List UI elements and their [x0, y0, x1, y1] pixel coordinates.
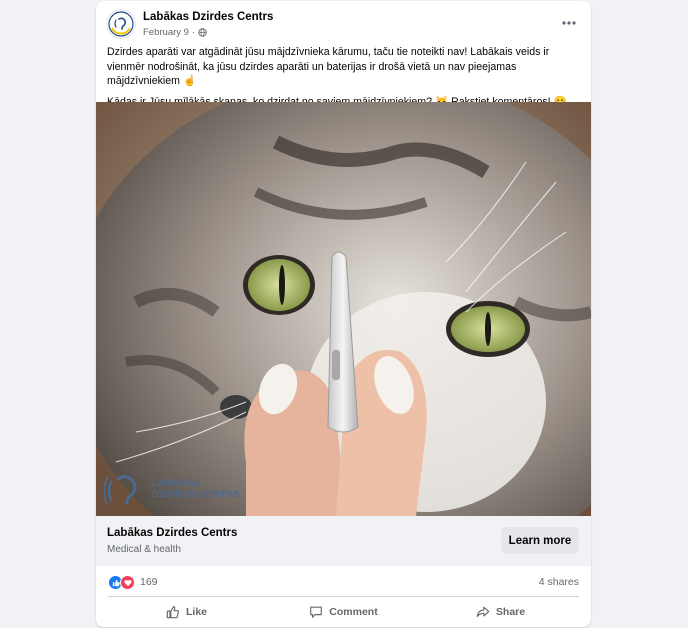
watermark-line: LABĀKAS — [152, 478, 201, 489]
reaction-icons[interactable] — [108, 575, 135, 590]
cat-with-hearing-aid-image — [96, 102, 591, 516]
page-avatar[interactable] — [107, 10, 135, 38]
post-photo[interactable]: LABĀKAS DZIRDES CENTRS — [96, 102, 591, 516]
reactions-row: 169 4 shares — [96, 566, 591, 596]
share-button[interactable]: Share — [422, 599, 579, 625]
facebook-post-card: Labākas Dzirdes Centrs February 9 · Dzir… — [96, 1, 591, 627]
link-subtitle: Medical & health — [107, 544, 181, 555]
link-title[interactable]: Labākas Dzirdes Centrs — [107, 527, 237, 539]
comment-button[interactable]: Comment — [265, 599, 422, 625]
post-text-paragraph: Dzirdes aparāti var atgādināt jūsu mājdz… — [107, 46, 550, 87]
like-button[interactable]: Like — [108, 599, 265, 625]
more-options-button[interactable] — [559, 13, 579, 33]
action-bar: Like Comment Share — [108, 599, 579, 625]
thumbs-up-icon — [166, 606, 180, 619]
watermark-line: DZIRDES CENTRS — [152, 489, 240, 500]
post-header: Labākas Dzirdes Centrs February 9 · — [96, 1, 591, 43]
comment-label: Comment — [329, 606, 378, 618]
share-label: Share — [495, 606, 526, 618]
share-count[interactable]: 4 shares — [539, 576, 579, 588]
like-label: Like — [185, 606, 207, 618]
page-name[interactable]: Labākas Dzirdes Centrs — [143, 11, 273, 23]
ellipsis-icon — [562, 21, 576, 25]
post-meta: February 9 · — [143, 27, 207, 38]
brand-watermark: LABĀKAS DZIRDES CENTRS — [104, 470, 240, 508]
reaction-count[interactable]: 169 — [140, 576, 158, 588]
meta-separator: · — [191, 27, 196, 38]
ear-logo-icon — [104, 475, 137, 505]
ear-logo-icon — [108, 11, 134, 37]
divider — [108, 596, 579, 597]
comment-icon — [310, 606, 323, 618]
love-icon — [120, 575, 135, 590]
link-preview[interactable]: Labākas Dzirdes Centrs Medical & health … — [96, 516, 591, 566]
globe-icon — [198, 28, 207, 37]
learn-more-button[interactable]: Learn more — [501, 527, 579, 554]
watermark-text: LABĀKAS DZIRDES CENTRS — [152, 478, 240, 500]
post-date[interactable]: February 9 — [143, 27, 189, 38]
share-icon — [476, 606, 490, 617]
